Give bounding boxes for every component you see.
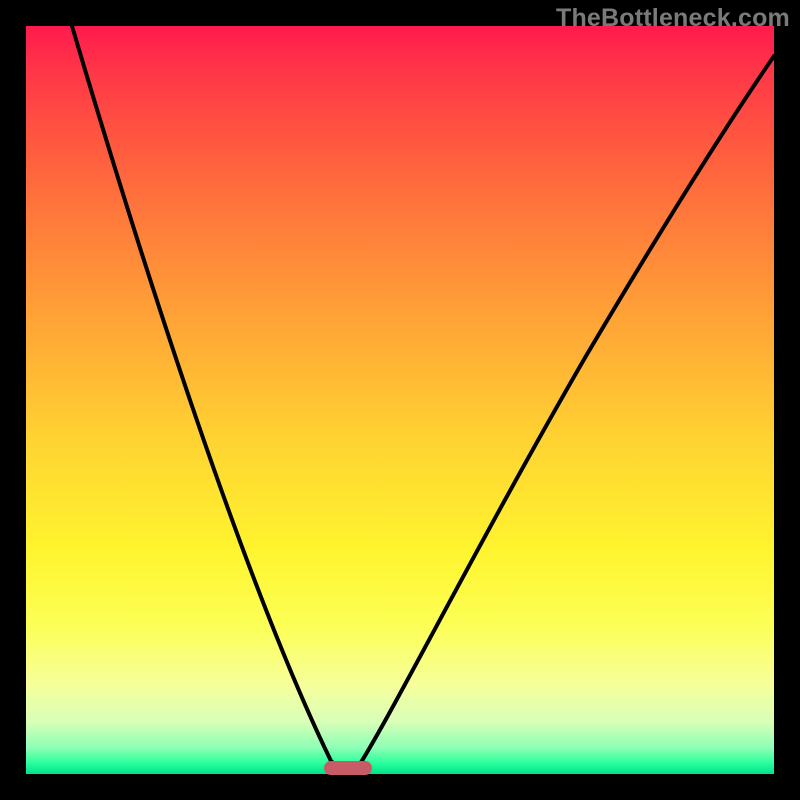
watermark-text: TheBottleneck.com <box>556 4 790 33</box>
chart-frame: TheBottleneck.com <box>0 0 800 800</box>
chart-plot-area <box>26 26 774 774</box>
curve-path <box>72 26 774 770</box>
optimum-marker <box>324 761 372 775</box>
bottleneck-curve <box>26 26 774 774</box>
